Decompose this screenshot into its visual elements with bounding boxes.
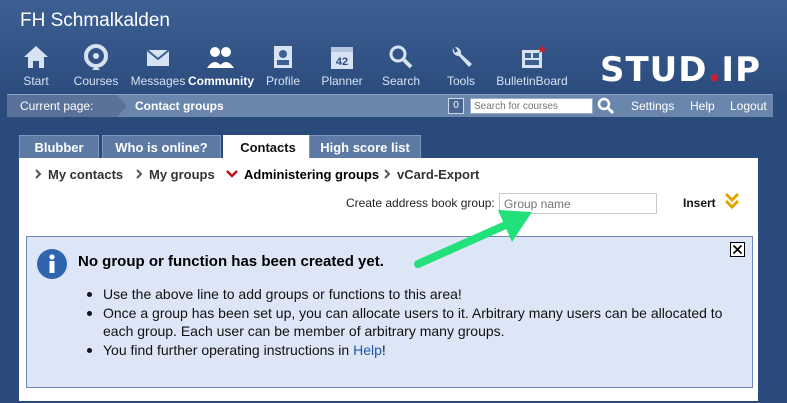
nav-label: Tools — [446, 74, 475, 88]
nav-label: Profile — [265, 74, 300, 88]
tab-who-is-online[interactable]: Who is online? — [102, 135, 221, 159]
nav-item-courses[interactable]: Courses — [70, 44, 122, 90]
create-group-label: Create address book group: — [346, 196, 495, 210]
mail-icon — [146, 49, 170, 66]
info-message-box: No group or function has been created ye… — [26, 236, 753, 388]
help-link[interactable]: Help — [690, 95, 715, 117]
nav-label: Search — [381, 74, 421, 88]
nav-item-start[interactable]: Start — [10, 44, 62, 90]
nav-label: BulletinBoard — [496, 74, 568, 88]
profile-icon — [274, 46, 292, 68]
subnav-my-groups[interactable]: My groups — [136, 167, 215, 182]
bulletin-icon — [522, 45, 546, 68]
breadcrumb-current-page: Contact groups — [135, 99, 224, 113]
nav-label: Community — [188, 74, 254, 88]
nav-item-bulletinboard[interactable]: BulletinBoard — [488, 44, 576, 90]
breadcrumb-bar: Current page: Contact groups 0 Settings … — [7, 94, 773, 117]
insert-chevron-icon[interactable] — [724, 192, 740, 210]
tab-blubber[interactable]: Blubber — [19, 135, 99, 159]
courses-icon — [84, 44, 108, 70]
group-name-input[interactable] — [499, 193, 657, 214]
list-item: You find further operating instructions … — [85, 341, 725, 359]
calendar-badge: 42 — [336, 56, 348, 68]
nav-item-messages[interactable]: Messages — [128, 44, 188, 90]
subnav-my-contacts[interactable]: My contacts — [35, 167, 123, 182]
info-icon — [37, 249, 67, 279]
logo-text-right: IP — [721, 50, 761, 90]
subnav-label: My contacts — [48, 167, 124, 182]
chevron-right-icon — [35, 169, 42, 179]
chevron-down-icon — [226, 170, 238, 178]
studip-logo: STUD.IP — [600, 50, 761, 90]
help-text-prefix: You find further operating instructions … — [103, 342, 354, 358]
subnav-label: vCard-Export — [397, 167, 480, 182]
nav-item-planner[interactable]: 42 Planner — [316, 44, 368, 90]
nav-label: Messages — [130, 74, 186, 88]
nav-item-tools[interactable]: Tools — [436, 44, 486, 90]
subnav-label: Administering groups — [244, 167, 380, 182]
help-link[interactable]: Help — [353, 342, 382, 358]
message-list: Use the above line to add groups or func… — [85, 285, 725, 360]
breadcrumb-arrow — [117, 95, 127, 117]
course-search-input[interactable] — [470, 98, 593, 114]
breadcrumb-label: Current page: — [7, 95, 117, 117]
subnav-label: My groups — [149, 167, 215, 182]
search-icon — [389, 45, 413, 69]
content-panel: My contacts My groups Administering grou… — [19, 158, 758, 401]
nav-item-profile[interactable]: Profile — [258, 44, 308, 90]
chevron-right-icon — [136, 169, 143, 179]
nav-label: Planner — [321, 74, 363, 88]
logo-dot: . — [707, 50, 722, 90]
logout-link[interactable]: Logout — [730, 95, 767, 117]
insert-button[interactable]: Insert — [683, 196, 716, 210]
course-counter[interactable]: 0 — [448, 98, 464, 114]
site-title: FH Schmalkalden — [20, 10, 170, 31]
settings-link[interactable]: Settings — [631, 95, 674, 117]
subnav-administering-groups[interactable]: Administering groups — [226, 167, 379, 182]
search-icon[interactable] — [597, 97, 615, 115]
tab-contacts[interactable]: Contacts — [223, 135, 313, 159]
nav-label: Courses — [73, 74, 119, 88]
close-icon[interactable] — [730, 242, 745, 257]
tab-high-score-list[interactable]: High score list — [309, 135, 421, 159]
community-icon — [207, 47, 234, 68]
calendar-icon: 42 — [331, 47, 353, 69]
list-item: Once a group has been set up, you can al… — [85, 304, 725, 340]
message-title: No group or function has been created ye… — [78, 253, 384, 270]
app-header: FH Schmalkalden Start Courses Messages C… — [0, 0, 787, 93]
nav-label: Start — [23, 74, 49, 88]
list-item: Use the above line to add groups or func… — [85, 285, 725, 303]
chevron-right-icon — [384, 169, 391, 179]
home-icon — [24, 46, 48, 68]
help-text-suffix: ! — [381, 342, 386, 358]
logo-text-left: STUD — [599, 50, 708, 90]
subnav-vcard-export[interactable]: vCard-Export — [384, 167, 479, 182]
nav-item-search[interactable]: Search — [376, 44, 426, 90]
nav-item-community[interactable]: Community — [188, 44, 254, 90]
wrench-icon — [452, 46, 472, 67]
